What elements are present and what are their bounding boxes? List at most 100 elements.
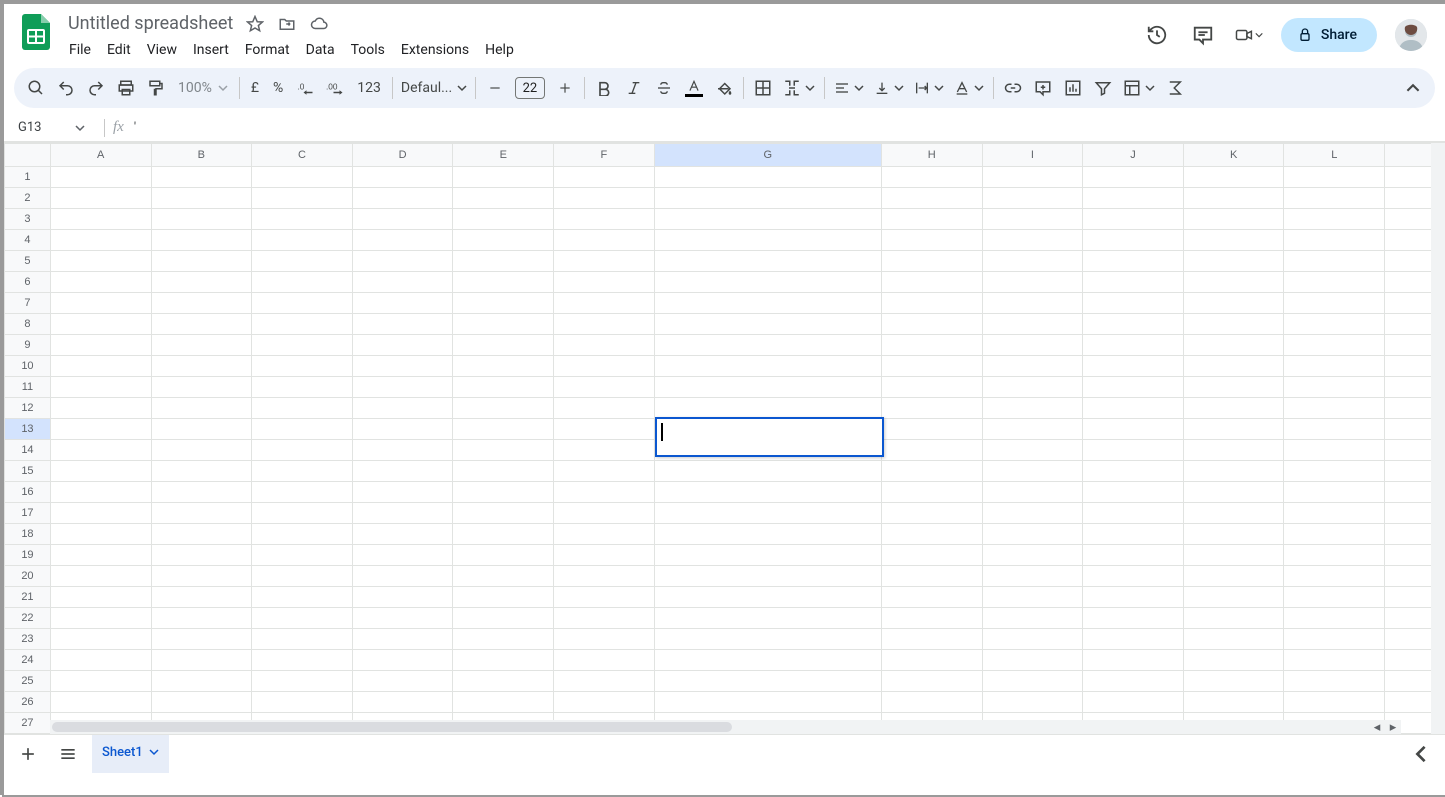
cell[interactable] (982, 671, 1083, 692)
cell[interactable] (1183, 293, 1284, 314)
cell[interactable] (982, 608, 1083, 629)
cell[interactable] (352, 587, 453, 608)
cell[interactable] (982, 251, 1083, 272)
cell[interactable] (654, 377, 881, 398)
cell[interactable] (151, 209, 252, 230)
undo-icon[interactable] (52, 74, 80, 102)
cell[interactable] (1083, 335, 1184, 356)
cell[interactable] (1083, 524, 1184, 545)
cell[interactable] (50, 209, 151, 230)
cell[interactable] (881, 524, 982, 545)
cell[interactable] (453, 587, 554, 608)
cell[interactable] (352, 419, 453, 440)
cell[interactable] (1284, 314, 1385, 335)
row-header[interactable]: 21 (5, 587, 51, 608)
cell[interactable] (881, 671, 982, 692)
row-header[interactable]: 10 (5, 356, 51, 377)
cell[interactable] (352, 671, 453, 692)
cell[interactable] (50, 419, 151, 440)
menu-file[interactable]: File (62, 38, 98, 62)
cell[interactable] (1083, 692, 1184, 713)
column-header[interactable]: J (1083, 144, 1184, 167)
cell[interactable] (151, 335, 252, 356)
row-header[interactable]: 23 (5, 629, 51, 650)
cell[interactable] (453, 251, 554, 272)
cell[interactable] (453, 419, 554, 440)
cell[interactable] (1083, 293, 1184, 314)
cell[interactable] (1284, 293, 1385, 314)
cell[interactable] (554, 503, 655, 524)
cell[interactable] (252, 524, 353, 545)
cell[interactable] (554, 167, 655, 188)
cell[interactable] (982, 650, 1083, 671)
cell[interactable] (453, 629, 554, 650)
cell[interactable] (151, 293, 252, 314)
cell[interactable] (554, 545, 655, 566)
menu-extensions[interactable]: Extensions (394, 38, 476, 62)
cell[interactable] (881, 293, 982, 314)
cell[interactable] (1183, 566, 1284, 587)
cell[interactable] (453, 377, 554, 398)
cell[interactable] (352, 524, 453, 545)
cell[interactable] (881, 629, 982, 650)
cell[interactable] (50, 524, 151, 545)
cell[interactable] (881, 209, 982, 230)
cell[interactable] (1083, 251, 1184, 272)
vertical-scrollbar[interactable] (1431, 143, 1445, 734)
cell[interactable] (453, 356, 554, 377)
cell[interactable] (654, 209, 881, 230)
menu-data[interactable]: Data (299, 38, 342, 62)
cell[interactable] (881, 545, 982, 566)
cell[interactable] (1284, 188, 1385, 209)
cell[interactable] (654, 671, 881, 692)
cell[interactable] (151, 629, 252, 650)
cell[interactable] (50, 671, 151, 692)
vertical-align-icon[interactable] (870, 74, 908, 102)
cell[interactable] (1284, 629, 1385, 650)
cell[interactable] (1083, 503, 1184, 524)
cell[interactable] (554, 587, 655, 608)
cell[interactable] (881, 272, 982, 293)
all-sheets-icon[interactable] (52, 738, 84, 770)
cell[interactable] (1083, 356, 1184, 377)
cell[interactable] (50, 440, 151, 461)
cell[interactable] (352, 608, 453, 629)
cell[interactable] (252, 692, 353, 713)
cell[interactable] (982, 587, 1083, 608)
cell[interactable] (1083, 167, 1184, 188)
cell[interactable] (252, 608, 353, 629)
cell[interactable] (554, 608, 655, 629)
cell[interactable] (252, 251, 353, 272)
font-size-input[interactable]: 22 (515, 77, 545, 99)
cell[interactable] (982, 335, 1083, 356)
cell[interactable] (881, 692, 982, 713)
font-family-dropdown[interactable]: Defaul... (398, 74, 470, 102)
cell[interactable] (151, 566, 252, 587)
cell[interactable] (881, 314, 982, 335)
row-header[interactable]: 24 (5, 650, 51, 671)
cell[interactable] (151, 440, 252, 461)
cell[interactable] (50, 566, 151, 587)
cell[interactable] (1284, 419, 1385, 440)
cell[interactable] (1284, 608, 1385, 629)
row-header[interactable]: 12 (5, 398, 51, 419)
cell[interactable] (554, 398, 655, 419)
cell[interactable] (1083, 545, 1184, 566)
cell[interactable] (881, 251, 982, 272)
sheets-app-icon[interactable] (16, 12, 56, 52)
cell[interactable] (1183, 419, 1284, 440)
cell[interactable] (1183, 650, 1284, 671)
redo-icon[interactable] (82, 74, 110, 102)
cell[interactable] (50, 587, 151, 608)
cell[interactable] (1284, 503, 1385, 524)
text-color-icon[interactable] (680, 74, 708, 102)
cell[interactable] (252, 398, 353, 419)
cell[interactable] (554, 377, 655, 398)
menu-insert[interactable]: Insert (186, 38, 236, 62)
cell[interactable] (1183, 461, 1284, 482)
row-header[interactable]: 6 (5, 272, 51, 293)
cell[interactable] (1183, 377, 1284, 398)
cell[interactable] (1284, 461, 1385, 482)
bold-icon[interactable] (590, 74, 618, 102)
cell[interactable] (1284, 524, 1385, 545)
